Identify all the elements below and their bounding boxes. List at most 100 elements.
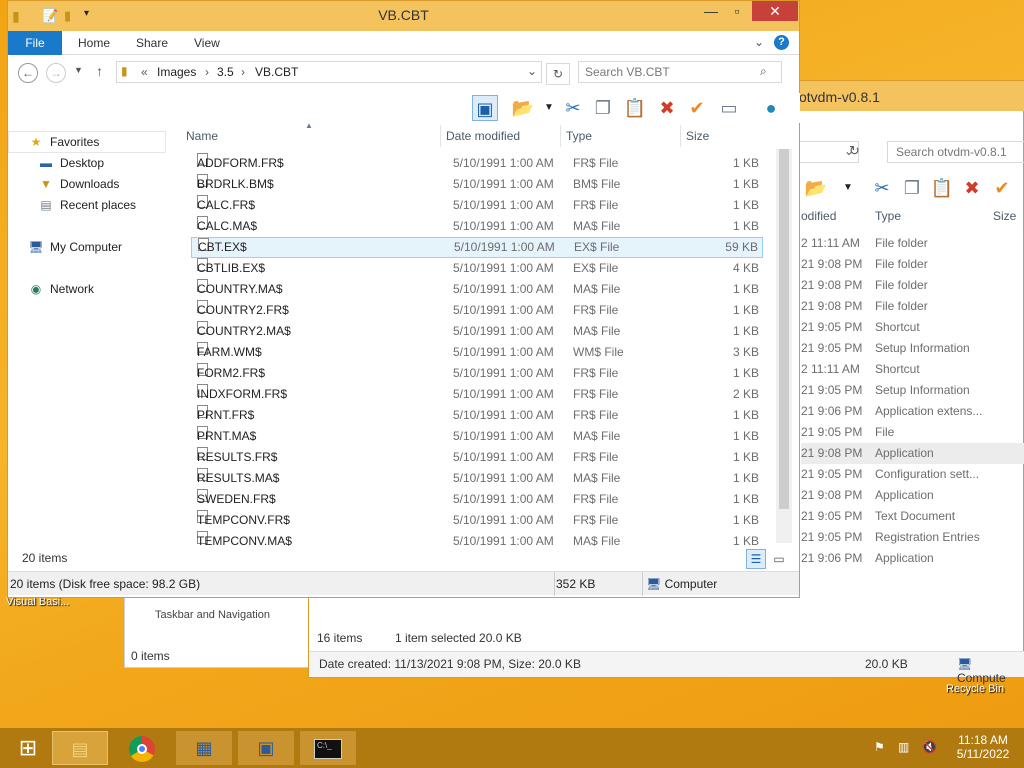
- paste-icon[interactable]: 📋: [929, 175, 955, 201]
- nav-downloads[interactable]: ▼ Downloads: [38, 174, 119, 194]
- file-row[interactable]: COUNTRY2.FR$ 5/10/1991 1:00 AM FR$ File 1 K…: [191, 300, 763, 321]
- maximize-button[interactable]: ▫: [724, 1, 750, 21]
- file-explorer-icon[interactable]: ▤: [52, 731, 108, 765]
- otvdm-row[interactable]: 21 9:08 PM Application: [801, 443, 1024, 464]
- otvdm-row[interactable]: 21 9:05 PM Shortcut: [801, 317, 1024, 338]
- file-row[interactable]: INDXFORM.FR$ 5/10/1991 1:00 AM FR$ File 2 K…: [191, 384, 763, 405]
- control-panel-icon[interactable]: ▦: [176, 731, 232, 765]
- check-icon[interactable]: ✔: [989, 175, 1015, 201]
- volume-muted-icon[interactable]: 🔇: [922, 740, 937, 754]
- otvdm-row[interactable]: 2 11:11 AM File folder: [801, 233, 1024, 254]
- nav-my-computer[interactable]: 🖥 My Computer: [28, 237, 122, 257]
- file-row[interactable]: CBTLIB.EX$ 5/10/1991 1:00 AM EX$ File 4 KB: [191, 258, 763, 279]
- vbcbt-titlebar[interactable]: ▮ 📝 ▮ ▾ VB.CBT — ▫ ✕: [8, 1, 799, 31]
- vertical-scrollbar[interactable]: [776, 149, 792, 543]
- otvdm-row[interactable]: 21 9:05 PM Configuration sett...: [801, 464, 1024, 485]
- nav-network[interactable]: ◉ Network: [28, 279, 94, 299]
- dropdown-arrow-icon[interactable]: ▼: [835, 175, 861, 201]
- tab-view[interactable]: View: [194, 31, 220, 55]
- tab-share[interactable]: Share: [136, 31, 168, 55]
- chrome-icon[interactable]: [114, 731, 170, 765]
- file-row[interactable]: RESULTS.FR$ 5/10/1991 1:00 AM FR$ File 1 KB: [191, 447, 763, 468]
- clock[interactable]: 11:18 AM 5/11/2022: [950, 733, 1016, 761]
- column-divider[interactable]: [560, 125, 561, 147]
- column-divider[interactable]: [440, 125, 441, 147]
- otvdm-search-input[interactable]: Search otvdm-v0.8.1: [887, 141, 1024, 163]
- preview-pane-icon[interactable]: ▣: [472, 95, 498, 121]
- breadcrumb-vbcbt[interactable]: VB.CBT: [255, 65, 298, 79]
- file-row[interactable]: COUNTRY2.MA$ 5/10/1991 1:00 AM MA$ File 1 K…: [191, 321, 763, 342]
- delete-icon[interactable]: ✖: [959, 175, 985, 201]
- column-divider[interactable]: [680, 125, 681, 147]
- check-icon[interactable]: ✔: [684, 95, 710, 121]
- column-name[interactable]: Name: [186, 129, 218, 143]
- file-row[interactable]: COUNTRY.MA$ 5/10/1991 1:00 AM MA$ File 1 KB: [191, 279, 763, 300]
- large-icons-view-icon[interactable]: ▭: [770, 549, 788, 569]
- search-icon[interactable]: ⌕: [760, 64, 767, 79]
- otvdm-col-type[interactable]: Type: [875, 209, 901, 223]
- cut-icon[interactable]: ✂: [560, 95, 586, 121]
- back-arrow-icon[interactable]: ←: [18, 63, 38, 83]
- scrollbar-thumb[interactable]: [779, 149, 789, 509]
- column-date-modified[interactable]: Date modified: [446, 129, 520, 143]
- details-view-icon[interactable]: ☰: [746, 549, 766, 569]
- otvdm-row[interactable]: 21 9:08 PM File folder: [801, 296, 1024, 317]
- delete-icon[interactable]: ✖: [654, 95, 680, 121]
- minimize-button[interactable]: —: [698, 1, 724, 21]
- otvdm-row[interactable]: 21 9:05 PM File: [801, 422, 1024, 443]
- file-row[interactable]: CBT.EX$ 5/10/1991 1:00 AM EX$ File 59 KB: [191, 237, 763, 258]
- folder-options-icon[interactable]: 📂: [510, 95, 536, 121]
- refresh-button[interactable]: ↻: [546, 63, 570, 85]
- paste-icon[interactable]: 📋: [622, 95, 648, 121]
- refresh-icon[interactable]: ↻: [849, 143, 860, 159]
- dropdown-arrow-icon[interactable]: ▼: [536, 95, 562, 121]
- breadcrumb-35[interactable]: 3.5: [217, 65, 234, 79]
- rename-icon[interactable]: ▭: [716, 95, 742, 121]
- close-button[interactable]: ✕: [752, 1, 798, 21]
- tab-file[interactable]: File: [8, 31, 62, 55]
- windows-start-icon[interactable]: ⊞: [0, 731, 56, 765]
- otvdm-row[interactable]: 21 9:05 PM Text Document: [801, 506, 1024, 527]
- otvdm-col-size[interactable]: Size: [993, 209, 1016, 223]
- otvdm-row[interactable]: 21 9:08 PM Application: [801, 485, 1024, 506]
- file-row[interactable]: CALC.MA$ 5/10/1991 1:00 AM MA$ File 1 KB: [191, 216, 763, 237]
- search-input[interactable]: Search VB.CBT: [578, 61, 782, 83]
- breadcrumb-sep-icon[interactable]: ›: [205, 65, 209, 79]
- otvdm-row[interactable]: 21 9:08 PM File folder: [801, 275, 1024, 296]
- otvdm-row[interactable]: 21 9:05 PM Setup Information: [801, 338, 1024, 359]
- file-row[interactable]: CALC.FR$ 5/10/1991 1:00 AM FR$ File 1 KB: [191, 195, 763, 216]
- file-row[interactable]: ADDFORM.FR$ 5/10/1991 1:00 AM FR$ File 1 KB: [191, 153, 763, 174]
- otvdm-row[interactable]: 21 9:05 PM Registration Entries: [801, 527, 1024, 548]
- file-row[interactable]: FORM2.FR$ 5/10/1991 1:00 AM FR$ File 1 KB: [191, 363, 763, 384]
- otvdm-row[interactable]: 21 9:05 PM Setup Information: [801, 380, 1024, 401]
- address-bar[interactable]: ▮ « Images › 3.5 › VB.CBT ⌄: [116, 61, 542, 83]
- forward-arrow-icon[interactable]: →: [46, 63, 66, 83]
- taskbar-nav-item[interactable]: Taskbar and Navigation: [155, 609, 270, 621]
- file-row[interactable]: FARM.WM$ 5/10/1991 1:00 AM WM$ File 3 KB: [191, 342, 763, 363]
- globe-icon[interactable]: ●: [758, 95, 784, 121]
- file-row[interactable]: TEMPCONV.FR$ 5/10/1991 1:00 AM FR$ File 1 K…: [191, 510, 763, 531]
- column-size[interactable]: Size: [686, 129, 709, 143]
- file-row[interactable]: RESULTS.MA$ 5/10/1991 1:00 AM MA$ File 1 KB: [191, 468, 763, 489]
- breadcrumb-sep-icon[interactable]: ›: [241, 65, 245, 79]
- copy-icon[interactable]: ❐: [899, 175, 925, 201]
- otvdm-row[interactable]: 2 11:11 AM Shortcut: [801, 359, 1024, 380]
- command-prompt-icon[interactable]: C:\_: [300, 731, 356, 765]
- copy-icon[interactable]: ❐: [590, 95, 616, 121]
- nav-favorites[interactable]: ★ Favorites: [28, 132, 100, 152]
- breadcrumb-overflow[interactable]: «: [141, 65, 148, 79]
- action-center-flag-icon[interactable]: ⚑: [874, 740, 885, 754]
- file-row[interactable]: TEMPCONV.MA$ 5/10/1991 1:00 AM MA$ File 1 K…: [191, 531, 763, 552]
- cut-icon[interactable]: ✂: [869, 175, 895, 201]
- ribbon-expand-icon[interactable]: ⌄: [754, 35, 764, 49]
- file-row[interactable]: PRNT.FR$ 5/10/1991 1:00 AM FR$ File 1 KB: [191, 405, 763, 426]
- nav-desktop[interactable]: ▬ Desktop: [38, 153, 104, 173]
- otvdm-row[interactable]: 21 9:06 PM Application: [801, 548, 1024, 569]
- otvdm-row[interactable]: 21 9:08 PM File folder: [801, 254, 1024, 275]
- breadcrumb-images[interactable]: Images: [157, 65, 196, 79]
- otvdm-col-modified[interactable]: odified: [801, 209, 836, 223]
- vbcbt-explorer-window[interactable]: ▮ 📝 ▮ ▾ VB.CBT — ▫ ✕ File Home Share Vie…: [7, 0, 800, 598]
- column-type[interactable]: Type: [566, 129, 592, 143]
- network-status-icon[interactable]: ▥: [898, 740, 909, 754]
- recent-locations-icon[interactable]: ▼: [74, 65, 83, 75]
